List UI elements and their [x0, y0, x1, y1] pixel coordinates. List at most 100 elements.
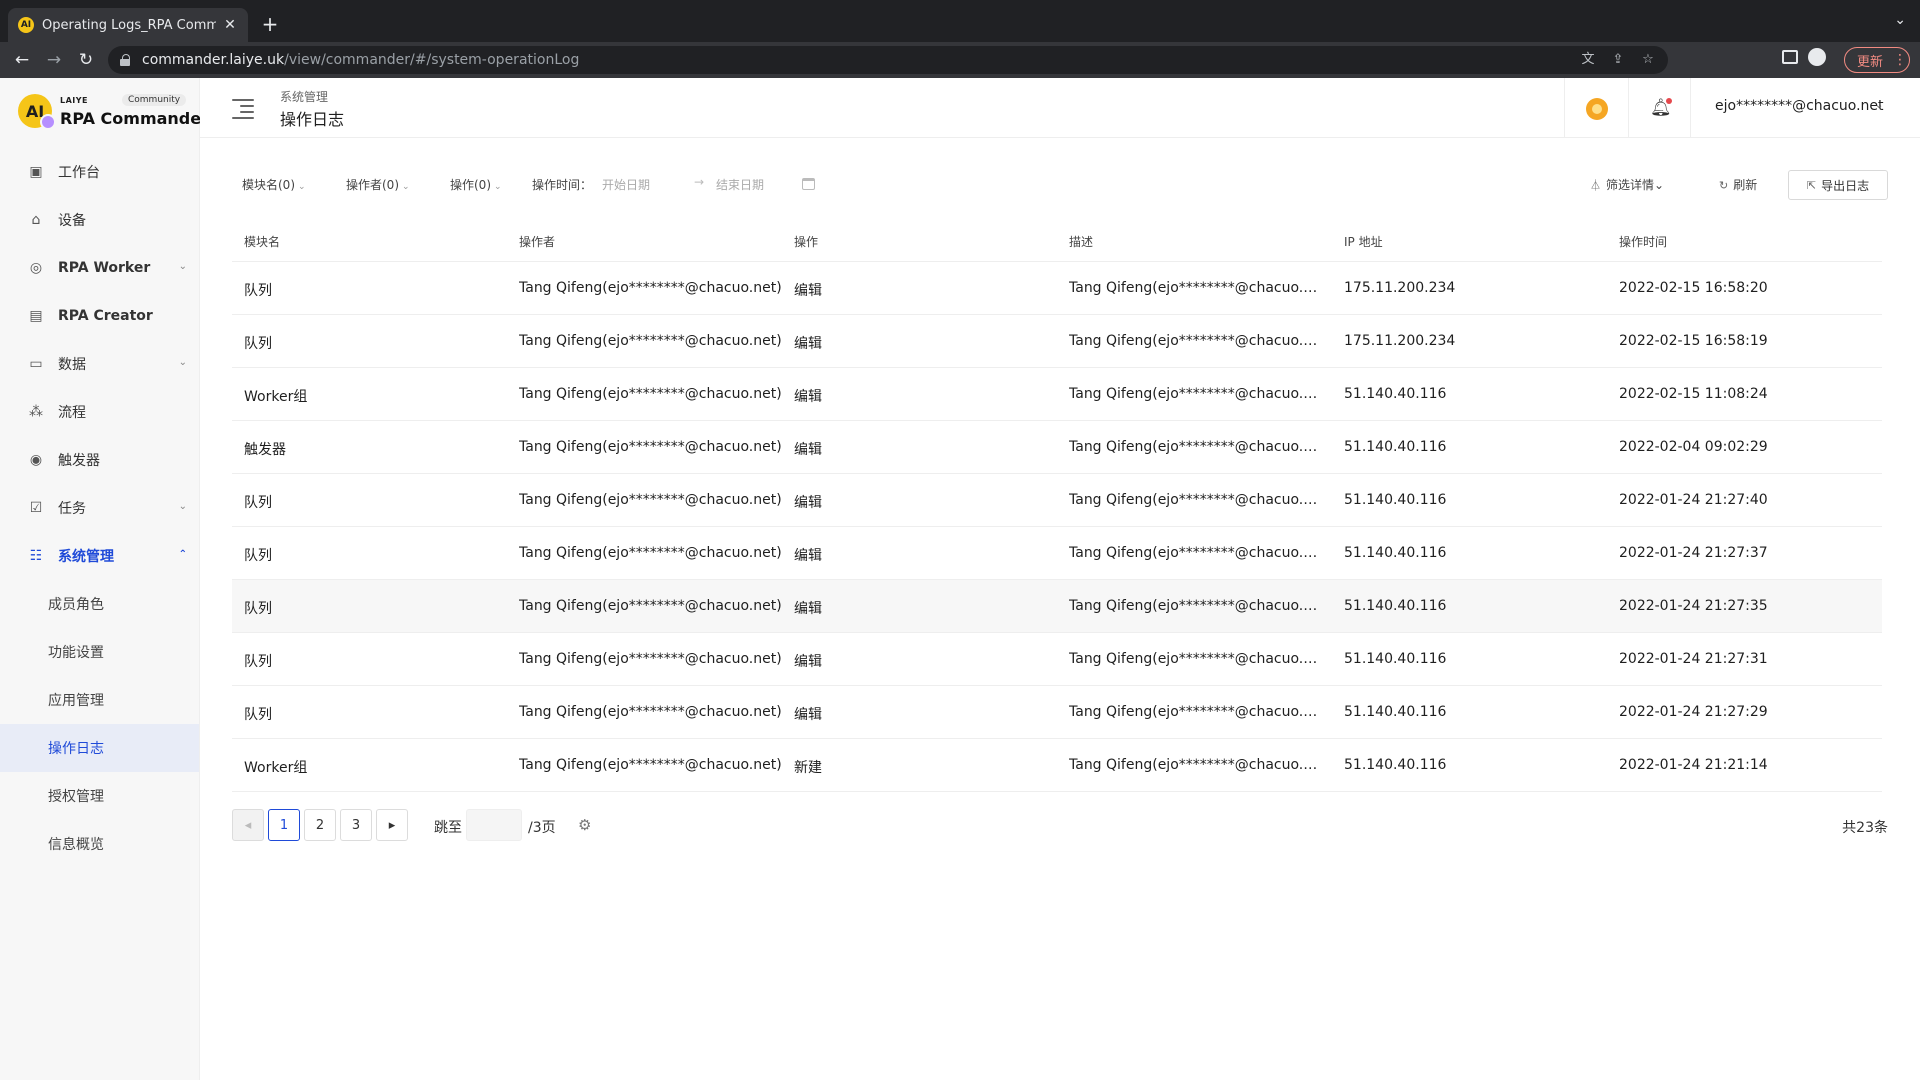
export-log-button[interactable]: ⇱ 导出日志	[1788, 170, 1888, 200]
chevron-down-icon[interactable]: ⌄	[1875, 100, 1883, 111]
refresh-icon: ↻	[1719, 179, 1729, 192]
cell-ip: 51.140.40.116	[1344, 545, 1447, 561]
table-row[interactable]: 队列 Tang Qifeng(ejo********@chacuo.net) 编辑 T…	[232, 474, 1882, 527]
table-row[interactable]: 队列 Tang Qifeng(ejo********@chacuo.net) 编辑 T…	[232, 580, 1882, 633]
sidebar-item-system[interactable]: ☷ 系统管理 ⌃	[0, 532, 199, 580]
chevron-down-icon: ⌄	[178, 261, 187, 272]
translate-icon[interactable]: 文	[1580, 52, 1596, 68]
next-page-icon[interactable]: ▸	[376, 809, 408, 841]
cell-operator: Tang Qifeng(ejo********@chacuo.net)	[519, 598, 782, 614]
sidebar-subitem-license[interactable]: 授权管理	[0, 772, 199, 820]
cell-ip: 51.140.40.116	[1344, 704, 1447, 720]
cell-description: Tang Qifeng(ejo********@chacuo.net...	[1069, 492, 1325, 508]
cell-module: 队列	[244, 283, 272, 299]
cell-operator: Tang Qifeng(ejo********@chacuo.net)	[519, 545, 782, 561]
cell-ip: 51.140.40.116	[1344, 439, 1447, 455]
cell-description: Tang Qifeng(ejo********@chacuo.net...	[1069, 651, 1325, 667]
more-menu-icon[interactable]: ⋮	[1893, 52, 1907, 68]
module-filter[interactable]: 模块名(0) ⌄	[242, 176, 306, 193]
page-button-2[interactable]: 2	[304, 809, 336, 841]
jump-page-input[interactable]	[466, 809, 522, 841]
operator-filter[interactable]: 操作者(0) ⌄	[346, 176, 410, 193]
cell-time: 2022-01-24 21:27:29	[1619, 704, 1768, 720]
cell-operation: 编辑	[794, 654, 822, 670]
flow-icon: ⁂	[29, 404, 43, 420]
filter-detail-label: 筛选详情	[1606, 178, 1655, 192]
sidebar-item-label: RPA Creator	[58, 308, 153, 324]
filter-detail-button[interactable]: ⏃ 筛选详情⌄	[1590, 176, 1664, 193]
collapse-menu-icon[interactable]	[232, 98, 254, 119]
table-row[interactable]: 队列 Tang Qifeng(ejo********@chacuo.net) 编辑 T…	[232, 527, 1882, 580]
sidebar-subitem-features[interactable]: 功能设置	[0, 628, 199, 676]
profile-avatar-icon[interactable]	[1808, 48, 1826, 66]
prev-page-icon[interactable]: ◂	[232, 809, 264, 841]
bookmark-star-icon[interactable]: ☆	[1640, 52, 1656, 68]
sidebar-subitem-overview[interactable]: 信息概览	[0, 820, 199, 868]
sidebar-item-trigger[interactable]: ◉ 触发器	[0, 436, 199, 484]
operation-filter[interactable]: 操作(0) ⌄	[450, 176, 502, 193]
data-icon: ▭	[29, 356, 43, 372]
tab-title: Operating Logs_RPA Commander	[42, 17, 216, 33]
table-row[interactable]: 队列 Tang Qifeng(ejo********@chacuo.net) 编辑 T…	[232, 262, 1882, 315]
sidebar-item-data[interactable]: ▭ 数据 ⌄	[0, 340, 199, 388]
tab-search-chevron-icon[interactable]: ⌄	[1894, 12, 1906, 28]
sidebar-subitem-members[interactable]: 成员角色	[0, 580, 199, 628]
new-tab-icon[interactable]: +	[258, 12, 282, 36]
end-date-input[interactable]: 结束日期	[716, 176, 764, 193]
breadcrumb[interactable]: 系统管理	[280, 88, 328, 105]
cell-operator: Tang Qifeng(ejo********@chacuo.net)	[519, 333, 782, 349]
sidebar-subitem-operation-log[interactable]: 操作日志	[0, 724, 199, 772]
notification-dot	[1666, 98, 1672, 104]
table-row[interactable]: 触发器 Tang Qifeng(ejo********@chacuo.net) 编辑…	[232, 421, 1882, 474]
cell-operation: 编辑	[794, 336, 822, 352]
address-bar[interactable]: commander.laiye.uk /view/commander/#/sys…	[108, 46, 1668, 74]
browser-update-button[interactable]: 更新 ⋮	[1844, 47, 1910, 73]
cell-ip: 51.140.40.116	[1344, 598, 1447, 614]
back-icon[interactable]: ←	[10, 48, 34, 72]
app-logo[interactable]: AI LAIYE Community RPA Commander	[18, 94, 209, 136]
reload-icon[interactable]: ↻	[74, 48, 98, 72]
sidebar-item-label: 工作台	[58, 165, 100, 181]
page-button-1[interactable]: 1	[268, 809, 300, 841]
sidebar-item-task[interactable]: ☑ 任务 ⌄	[0, 484, 199, 532]
cell-time: 2022-02-15 16:58:20	[1619, 280, 1768, 296]
cell-operator: Tang Qifeng(ejo********@chacuo.net)	[519, 280, 782, 296]
table-row[interactable]: 队列 Tang Qifeng(ejo********@chacuo.net) 编辑 T…	[232, 633, 1882, 686]
cell-module: 队列	[244, 495, 272, 511]
table-row[interactable]: 队列 Tang Qifeng(ejo********@chacuo.net) 编辑 T…	[232, 686, 1882, 739]
logo-badge-icon: AI	[18, 94, 56, 130]
user-menu[interactable]: ejo********@chacuo.net	[1715, 98, 1884, 114]
forward-icon[interactable]: →	[42, 48, 66, 72]
sidebar-item-device[interactable]: ⌂ 设备	[0, 196, 199, 244]
table-row[interactable]: 队列 Tang Qifeng(ejo********@chacuo.net) 编辑 T…	[232, 315, 1882, 368]
header-divider	[1690, 78, 1691, 138]
cell-description: Tang Qifeng(ejo********@chacuo.net...	[1069, 333, 1325, 349]
app-header: 系统管理 操作日志 🔔︎ ejo********@chacuo.net ⌄	[200, 78, 1920, 138]
dashboard-icon: ▣	[29, 164, 43, 180]
device-icon: ⌂	[31, 212, 41, 228]
cell-operator: Tang Qifeng(ejo********@chacuo.net)	[519, 439, 782, 455]
tab-close-icon[interactable]: ✕	[222, 17, 238, 33]
coin-icon[interactable]	[1586, 98, 1608, 120]
table-row[interactable]: Worker组 Tang Qifeng(ejo********@chacuo.ne…	[232, 368, 1882, 421]
page-button-3[interactable]: 3	[340, 809, 372, 841]
cell-description: Tang Qifeng(ejo********@chacuo.net...	[1069, 280, 1325, 296]
start-date-input[interactable]: 开始日期	[602, 176, 650, 193]
browser-tab[interactable]: AI Operating Logs_RPA Commander ✕	[8, 8, 248, 42]
cell-ip: 175.11.200.234	[1344, 333, 1456, 349]
sidebar-item-dashboard[interactable]: ▣ 工作台	[0, 148, 199, 196]
sidebar-subitem-apps[interactable]: 应用管理	[0, 676, 199, 724]
cell-operation: 新建	[794, 760, 822, 776]
total-pages: /3页	[528, 820, 556, 836]
share-icon[interactable]: ⇪	[1610, 52, 1626, 68]
sidebar-item-rpa-creator[interactable]: ▤ RPA Creator	[0, 292, 199, 340]
gear-icon[interactable]: ⚙	[578, 816, 591, 834]
tab-favicon-icon: AI	[18, 17, 34, 33]
table-row[interactable]: Worker组 Tang Qifeng(ejo********@chacuo.ne…	[232, 739, 1882, 792]
side-panel-icon[interactable]	[1782, 50, 1798, 64]
refresh-button[interactable]: ↻ 刷新	[1719, 176, 1757, 193]
arrow-right-icon: →	[694, 175, 705, 189]
sidebar-item-flow[interactable]: ⁂ 流程	[0, 388, 199, 436]
sidebar-item-rpa-worker[interactable]: ◎ RPA Worker ⌄	[0, 244, 199, 292]
calendar-icon[interactable]	[802, 178, 815, 190]
